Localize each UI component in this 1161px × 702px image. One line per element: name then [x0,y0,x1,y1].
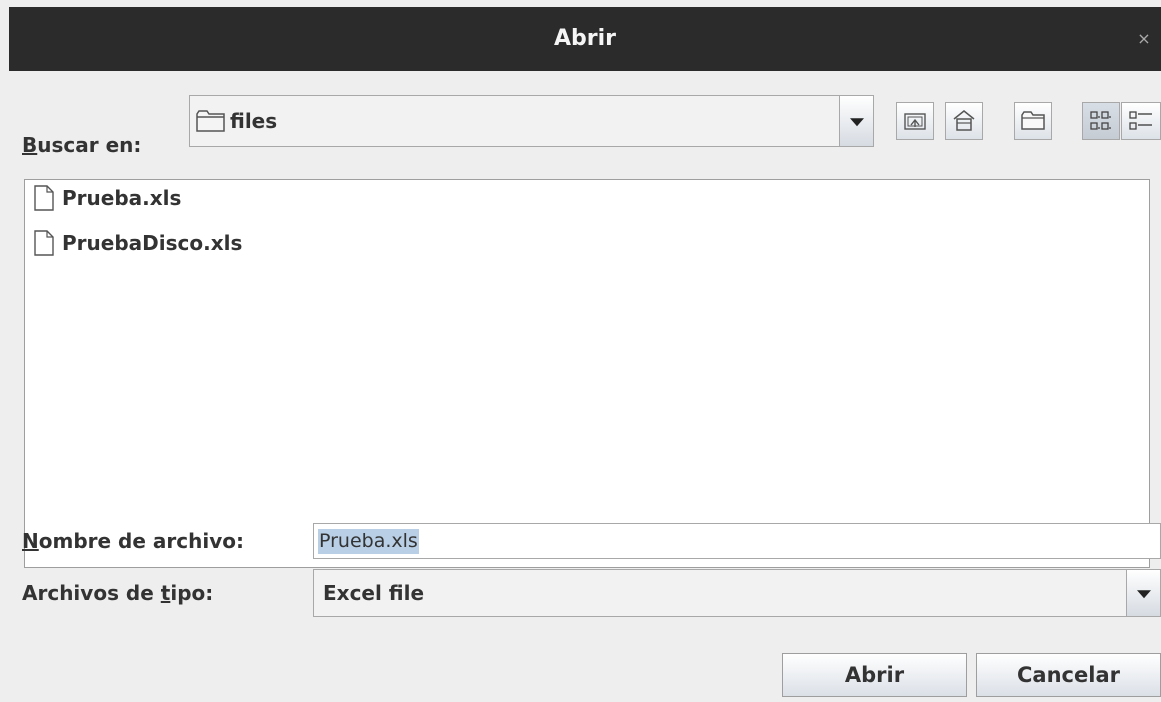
window-title: Abrir [553,26,616,51]
details-view-icon [1129,111,1152,130]
open-button[interactable]: Abrir [782,653,967,697]
file-name: Prueba.xls [62,186,182,210]
chevron-down-icon [1136,590,1151,599]
title-bar: Abrir × [9,7,1161,71]
up-one-level-button[interactable] [896,102,934,140]
look-in-label: Buscar en: [22,133,142,157]
chevron-down-icon [849,118,864,127]
file-list[interactable]: Prueba.xls PruebaDisco.xls [24,179,1150,568]
file-type-label: Archivos de tipo: [22,581,214,605]
home-icon [953,110,975,131]
list-view-button[interactable] [1082,102,1120,140]
file-name-field[interactable]: Prueba.xls [313,523,1161,559]
new-folder-icon [1021,111,1045,130]
cancel-button[interactable]: Cancelar [976,653,1161,697]
file-icon [34,185,54,211]
look-in-combo[interactable]: files [189,95,874,147]
list-view-icon [1090,111,1111,130]
look-in-dropdown-button[interactable] [839,96,873,146]
folder-icon [196,109,226,137]
file-type-value: Excel file [323,581,425,605]
file-icon [34,230,54,256]
close-icon[interactable]: × [1133,7,1155,71]
file-chooser-dialog: Buscar en: files Prueba.xls PruebaDisco.… [9,71,1161,702]
file-name-value: Prueba.xls [318,529,419,554]
home-button[interactable] [945,102,983,140]
new-folder-button[interactable] [1014,102,1052,140]
file-type-dropdown-button[interactable] [1126,570,1160,616]
file-name: PruebaDisco.xls [62,231,243,255]
list-item[interactable]: Prueba.xls [34,183,181,213]
up-folder-icon [904,113,926,130]
look-in-value: files [230,109,278,133]
file-name-label: Nombre de archivo: [22,529,244,553]
file-type-combo[interactable]: Excel file [313,569,1161,617]
details-view-button[interactable] [1121,102,1161,140]
list-item[interactable]: PruebaDisco.xls [34,228,242,258]
